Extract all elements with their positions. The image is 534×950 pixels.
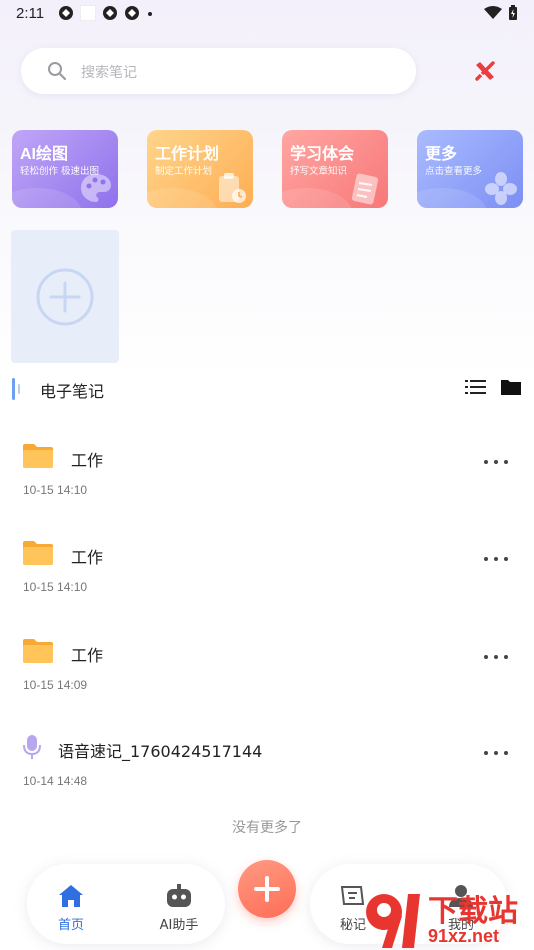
list-icon	[465, 380, 486, 394]
card-work-plan[interactable]: 工作计划 制定工作计划	[147, 130, 253, 208]
note-title: 工作	[71, 646, 104, 665]
list-item[interactable]: 语音速记_1760424517144 10-14 14:48	[0, 734, 534, 814]
section-marker-icon	[12, 378, 20, 400]
watermark-domain: 91xz.net	[428, 926, 500, 946]
system-icons	[484, 5, 518, 21]
end-of-list-text: 没有更多了	[232, 820, 302, 836]
section-title: 电子笔记	[40, 382, 105, 401]
note-date: 10-15 14:10	[23, 580, 88, 594]
folder-icon	[501, 380, 521, 395]
note-date: 10-14 14:48	[23, 774, 88, 788]
folder-icon	[23, 444, 53, 468]
app-notification-icon	[103, 6, 117, 20]
card-decoration	[12, 188, 82, 208]
folder-view-button[interactable]	[500, 378, 524, 398]
nav-home-label: 首页	[57, 918, 84, 933]
home-icon	[59, 885, 83, 907]
note-date: 10-15 14:10	[23, 483, 88, 497]
blank-notification-icon	[80, 5, 96, 21]
more-options-button[interactable]	[484, 746, 508, 760]
card-ai-drawing[interactable]: AI绘图 轻松创作 极速出图	[12, 130, 118, 208]
search-placeholder: 搜索笔记	[81, 65, 137, 81]
watermark: 下载站 91xz.net	[362, 886, 534, 950]
note-title: 语音速记_1760424517144	[58, 742, 263, 761]
list-view-button[interactable]	[465, 378, 487, 398]
note-title: 工作	[71, 451, 104, 470]
status-time: 2:11	[16, 5, 45, 22]
document-icon	[351, 173, 379, 205]
card-title: AI绘图	[20, 146, 69, 163]
more-options-button[interactable]	[484, 455, 508, 469]
broom-icon	[475, 61, 495, 81]
section-header: 电子笔记	[0, 372, 534, 404]
folder-icon	[23, 639, 53, 663]
wifi-icon	[484, 6, 502, 19]
notification-icons	[58, 5, 154, 21]
folder-icon	[23, 541, 53, 565]
card-subtitle: 点击查看更多	[425, 166, 483, 177]
watermark-text: 下载站	[428, 894, 518, 929]
search-icon	[48, 62, 67, 81]
microphone-icon	[23, 735, 41, 759]
nav-ai-assistant-label: AI助手	[159, 918, 199, 933]
card-decoration	[147, 188, 217, 208]
list-item[interactable]: 工作 10-15 14:10	[0, 540, 534, 620]
clover-icon	[485, 172, 517, 205]
status-bar: 2:11	[0, 0, 534, 28]
palette-icon	[81, 174, 111, 202]
list-item[interactable]: 工作 10-15 14:09	[0, 638, 534, 718]
more-options-button[interactable]	[484, 552, 508, 566]
more-notifications-dot-icon	[148, 12, 152, 16]
card-title: 工作计划	[155, 146, 220, 163]
list-item[interactable]: 工作 10-15 14:10	[0, 443, 534, 523]
nav-home[interactable]: 首页	[36, 884, 106, 933]
plus-icon	[254, 876, 280, 902]
battery-icon	[509, 5, 517, 20]
card-subtitle: 制定工作计划	[155, 166, 213, 177]
add-note-fab[interactable]	[238, 860, 296, 918]
clipboard-icon	[219, 173, 246, 203]
add-circle-icon	[36, 268, 94, 326]
card-study-notes[interactable]: 学习体会 抒写文章知识	[282, 130, 388, 208]
add-shortcut-tile[interactable]	[11, 230, 119, 363]
app-notification-icon	[59, 6, 73, 20]
note-title: 工作	[71, 548, 104, 567]
watermark-logo-icon	[366, 894, 420, 948]
app-notification-icon	[125, 6, 139, 20]
note-date: 10-15 14:09	[23, 678, 88, 692]
search-box[interactable]: 搜索笔记	[21, 48, 416, 94]
card-title: 学习体会	[290, 146, 355, 163]
card-more[interactable]: 更多 点击查看更多	[417, 130, 523, 208]
nav-ai-assistant[interactable]: AI助手	[144, 884, 214, 933]
card-decoration	[417, 188, 487, 208]
more-options-button[interactable]	[484, 650, 508, 664]
clean-tool-button[interactable]	[470, 56, 500, 86]
card-decoration	[282, 188, 352, 208]
robot-icon	[167, 884, 191, 907]
card-title: 更多	[425, 146, 458, 163]
card-subtitle: 抒写文章知识	[290, 166, 348, 177]
